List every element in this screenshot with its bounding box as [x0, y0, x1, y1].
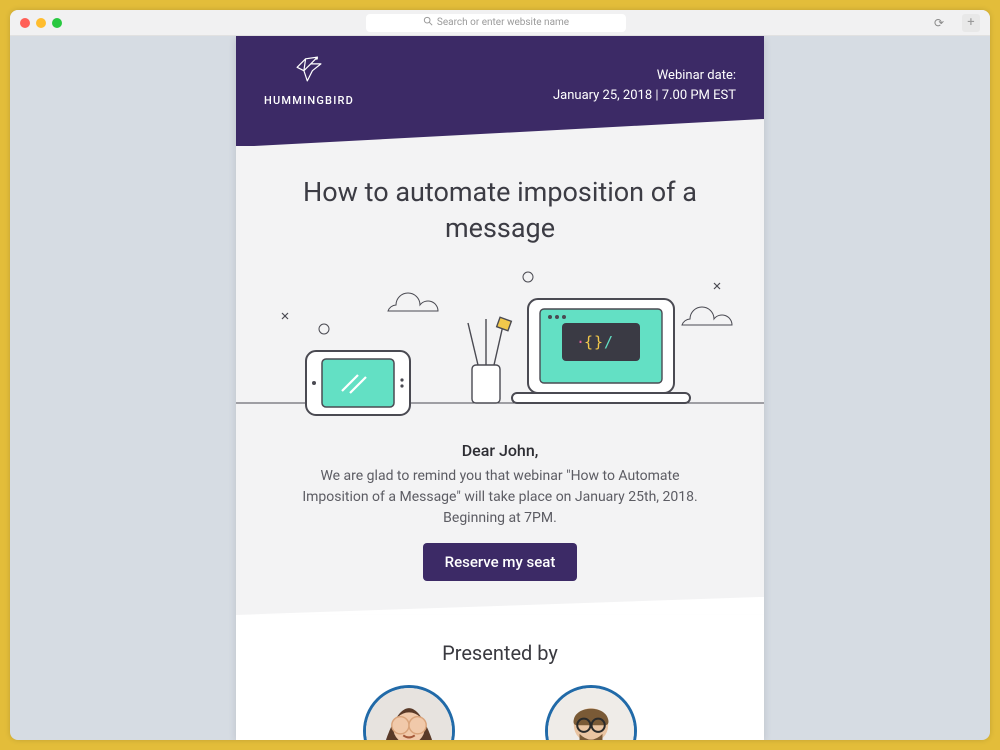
pencil-cup-icon [468, 317, 511, 403]
traffic-lights [20, 18, 62, 28]
email-header: HUMMINGBIRD Webinar date: January 25, 20… [236, 36, 764, 146]
presenter-1: Ella Becker [363, 685, 455, 740]
hummingbird-logo-icon [292, 52, 326, 90]
presenter-2: Archie Kendal [545, 685, 637, 740]
reserve-seat-button[interactable]: Reserve my seat [423, 543, 578, 581]
webinar-date-value: January 25, 2018 | 7.00 PM EST [553, 86, 736, 106]
body-copy: We are glad to remind you that webinar "… [236, 460, 764, 543]
search-icon [423, 16, 433, 29]
laptop-icon: · { } / [512, 299, 690, 403]
tablet-icon [306, 351, 410, 415]
close-icon[interactable] [20, 18, 30, 28]
avatar [545, 685, 637, 740]
hero-illustration: · { } / [236, 265, 764, 435]
presenters-section: Presented by [236, 615, 764, 740]
refresh-icon[interactable]: ⟳ [930, 16, 948, 30]
minimize-icon[interactable] [36, 18, 46, 28]
webinar-date-label: Webinar date: [553, 66, 736, 86]
svg-text:{: { [584, 333, 593, 351]
webinar-date: Webinar date: January 25, 2018 | 7.00 PM… [553, 66, 736, 105]
brand-block: HUMMINGBIRD [264, 52, 354, 107]
email-headline: How to automate imposition of a message [236, 146, 764, 265]
presenters-row: Ella Becker [236, 685, 764, 740]
presenters-title: Presented by [236, 641, 764, 665]
browser-window: Search or enter website name ⟳ + HUMMING… [10, 10, 990, 740]
address-bar-placeholder: Search or enter website name [437, 17, 569, 28]
greeting: Dear John, [236, 441, 764, 460]
viewport: HUMMINGBIRD Webinar date: January 25, 20… [10, 36, 990, 740]
browser-toolbar: Search or enter website name ⟳ + [10, 10, 990, 36]
email-template: HUMMINGBIRD Webinar date: January 25, 20… [236, 36, 764, 740]
svg-text:}: } [594, 333, 603, 351]
new-tab-button[interactable]: + [962, 14, 980, 32]
maximize-icon[interactable] [52, 18, 62, 28]
brand-name: HUMMINGBIRD [264, 94, 354, 107]
svg-text:/: / [604, 333, 613, 351]
avatar [363, 685, 455, 740]
address-bar[interactable]: Search or enter website name [366, 14, 626, 32]
